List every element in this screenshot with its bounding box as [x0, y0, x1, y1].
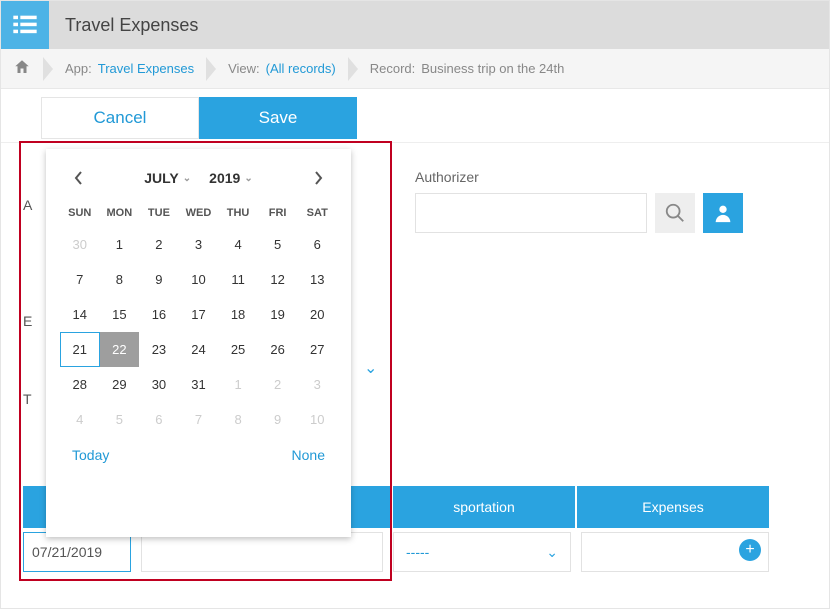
- person-icon: [712, 202, 734, 224]
- authorizer-group: Authorizer: [415, 169, 743, 233]
- row-transport-select[interactable]: ----- ⌄: [393, 532, 571, 572]
- day-cell[interactable]: 7: [179, 402, 219, 437]
- authorizer-input[interactable]: [415, 193, 647, 233]
- bg-label-e: E: [23, 313, 32, 329]
- next-month-button[interactable]: [309, 169, 327, 187]
- day-cell[interactable]: 19: [258, 297, 298, 332]
- authorizer-search-button[interactable]: [655, 193, 695, 233]
- bc-view-link[interactable]: (All records): [266, 61, 336, 76]
- day-cell[interactable]: 5: [258, 227, 298, 262]
- day-cell[interactable]: 26: [258, 332, 298, 367]
- day-cell[interactable]: 11: [218, 262, 258, 297]
- day-cell[interactable]: 3: [297, 367, 337, 402]
- day-cell[interactable]: 14: [60, 297, 100, 332]
- dow-label: FRI: [258, 199, 298, 227]
- day-cell[interactable]: 18: [218, 297, 258, 332]
- none-link[interactable]: None: [292, 447, 325, 463]
- day-cell[interactable]: 9: [139, 262, 179, 297]
- day-cell[interactable]: 1: [218, 367, 258, 402]
- bc-record-label: Record:: [370, 61, 416, 76]
- page-title: Travel Expenses: [65, 15, 198, 36]
- day-cell[interactable]: 24: [179, 332, 219, 367]
- day-cell[interactable]: 2: [139, 227, 179, 262]
- th-expenses: Expenses: [577, 486, 769, 528]
- day-cell[interactable]: 16: [139, 297, 179, 332]
- home-icon[interactable]: [13, 58, 31, 79]
- dow-label: TUE: [139, 199, 179, 227]
- day-cell[interactable]: 4: [60, 402, 100, 437]
- dow-label: SUN: [60, 199, 100, 227]
- day-cell[interactable]: 9: [258, 402, 298, 437]
- year-label: 2019: [209, 170, 240, 186]
- bc-app-label: App:: [65, 61, 92, 76]
- day-cell[interactable]: 6: [297, 227, 337, 262]
- chevron-down-icon: ⌄: [546, 544, 558, 561]
- dow-label: THU: [218, 199, 258, 227]
- day-cell[interactable]: 3: [179, 227, 219, 262]
- day-cell[interactable]: 27: [297, 332, 337, 367]
- dow-label: WED: [179, 199, 219, 227]
- day-cell[interactable]: 31: [179, 367, 219, 402]
- dow-label: MON: [100, 199, 140, 227]
- chevron-down-icon: ⌄: [183, 173, 191, 184]
- day-cell[interactable]: 28: [60, 367, 100, 402]
- bc-app-link[interactable]: Travel Expenses: [98, 61, 194, 76]
- day-cell[interactable]: 4: [218, 227, 258, 262]
- day-cell[interactable]: 5: [100, 402, 140, 437]
- breadcrumb-sep-icon: [206, 57, 216, 81]
- th-transport: sportation: [393, 486, 575, 528]
- year-select[interactable]: 2019 ⌄: [209, 170, 253, 186]
- day-cell[interactable]: 10: [179, 262, 219, 297]
- cancel-button[interactable]: Cancel: [41, 97, 199, 139]
- row-date-input[interactable]: [23, 532, 131, 572]
- prev-month-button[interactable]: [70, 169, 88, 187]
- calendar-grid: SUNMONTUEWEDTHUFRISAT3012345678910111213…: [60, 199, 337, 437]
- bc-record-text: Business trip on the 24th: [421, 61, 564, 76]
- day-cell[interactable]: 23: [139, 332, 179, 367]
- dow-label: SAT: [297, 199, 337, 227]
- day-cell[interactable]: 2: [258, 367, 298, 402]
- action-bar: Cancel Save: [1, 89, 829, 143]
- authorizer-person-button[interactable]: [703, 193, 743, 233]
- day-cell[interactable]: 15: [100, 297, 140, 332]
- day-cell[interactable]: 12: [258, 262, 298, 297]
- day-cell[interactable]: 17: [179, 297, 219, 332]
- bg-label-t: T: [23, 391, 32, 407]
- day-cell[interactable]: 8: [100, 262, 140, 297]
- search-icon: [664, 202, 686, 224]
- authorizer-label: Authorizer: [415, 169, 743, 185]
- day-cell[interactable]: 10: [297, 402, 337, 437]
- chevron-down-icon: ⌄: [244, 173, 252, 184]
- day-cell[interactable]: 7: [60, 262, 100, 297]
- top-bar: Travel Expenses: [1, 1, 829, 49]
- expense-table-row: ----- ⌄: [23, 532, 769, 574]
- day-cell[interactable]: 6: [139, 402, 179, 437]
- day-cell[interactable]: 25: [218, 332, 258, 367]
- month-select[interactable]: JULY ⌄: [144, 170, 191, 186]
- day-cell[interactable]: 21: [60, 332, 100, 367]
- day-cell[interactable]: 30: [139, 367, 179, 402]
- save-button[interactable]: Save: [199, 97, 357, 139]
- day-cell[interactable]: 22: [100, 332, 140, 367]
- bg-label-a: A: [23, 197, 32, 213]
- bc-view-label: View:: [228, 61, 260, 76]
- row-text-input[interactable]: [141, 532, 383, 572]
- dropdown-chevron-icon[interactable]: ⌄: [364, 358, 377, 378]
- breadcrumb-sep-icon: [43, 57, 53, 81]
- day-cell[interactable]: 8: [218, 402, 258, 437]
- breadcrumb: App: Travel Expenses View: (All records)…: [1, 49, 829, 89]
- app-list-icon[interactable]: [1, 1, 49, 49]
- date-picker: JULY ⌄ 2019 ⌄ SUNMONTUEWEDTHUFRISAT30123…: [46, 149, 351, 537]
- month-label: JULY: [144, 170, 179, 186]
- day-cell[interactable]: 1: [100, 227, 140, 262]
- today-link[interactable]: Today: [72, 447, 109, 463]
- day-cell[interactable]: 13: [297, 262, 337, 297]
- breadcrumb-sep-icon: [348, 57, 358, 81]
- row-transport-value: -----: [406, 544, 429, 560]
- day-cell[interactable]: 20: [297, 297, 337, 332]
- add-row-button[interactable]: +: [739, 539, 761, 561]
- day-cell[interactable]: 30: [60, 227, 100, 262]
- day-cell[interactable]: 29: [100, 367, 140, 402]
